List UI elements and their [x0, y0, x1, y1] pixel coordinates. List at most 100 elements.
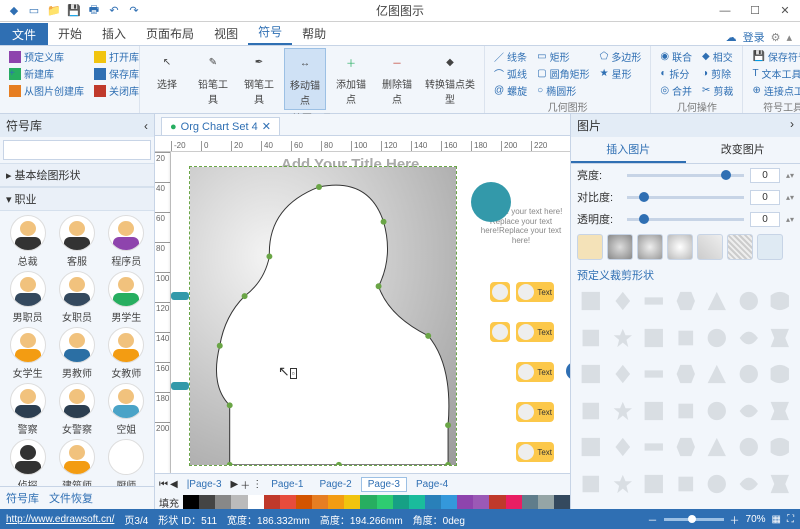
color-swatch[interactable]	[199, 495, 215, 509]
avatar-item[interactable]: 建筑师	[53, 439, 100, 486]
slider-value[interactable]: 0	[750, 212, 780, 227]
crop-shape[interactable]	[766, 327, 794, 349]
btn-intersect[interactable]: ◆相交	[699, 48, 736, 65]
crop-shape[interactable]	[640, 473, 668, 495]
window-minimize[interactable]: —	[710, 0, 740, 22]
crop-shape[interactable]	[703, 473, 731, 495]
color-swatch[interactable]	[554, 495, 570, 509]
crop-shape[interactable]	[672, 400, 700, 422]
close-icon[interactable]: ✕	[262, 120, 271, 133]
color-swatch[interactable]	[248, 495, 264, 509]
crop-shape[interactable]	[703, 363, 731, 385]
filter-thumb[interactable]	[727, 234, 753, 260]
stepper-icon[interactable]: ▴▾	[786, 215, 794, 224]
page-tab[interactable]: Page-2	[313, 477, 359, 492]
silhouette-path[interactable]	[190, 167, 456, 465]
crop-shape[interactable]	[640, 400, 668, 422]
slider-track[interactable]	[627, 174, 744, 177]
btn-pen[interactable]: ✒钢笔工具	[238, 48, 280, 108]
menu-tab-insert[interactable]: 插入	[92, 22, 136, 45]
org-side-card[interactable]	[171, 292, 189, 300]
stepper-icon[interactable]: ▴▾	[786, 171, 794, 180]
btn-union[interactable]: ◉联合	[657, 48, 695, 65]
color-swatch[interactable]	[457, 495, 473, 509]
color-swatch[interactable]	[522, 495, 538, 509]
org-card[interactable]: Text	[516, 402, 554, 422]
crop-shape[interactable]	[735, 473, 763, 495]
color-swatch[interactable]	[231, 495, 247, 509]
avatar-item[interactable]: 厨师	[103, 439, 150, 486]
ribbon-collapse-icon[interactable]: ▴	[786, 31, 792, 44]
crop-shape[interactable]	[735, 400, 763, 422]
crop-shape[interactable]	[640, 290, 668, 312]
color-swatch[interactable]	[425, 495, 441, 509]
crop-shape[interactable]	[766, 436, 794, 458]
selection-box[interactable]: ↖▫	[189, 166, 457, 466]
crop-shape[interactable]	[766, 290, 794, 312]
page-tab[interactable]: Page-4	[409, 477, 455, 492]
view-mode-icon[interactable]: ▦	[772, 514, 781, 525]
btn-text-tool[interactable]: T文本工具	[749, 65, 800, 82]
fullscreen-icon[interactable]: ⛶	[787, 514, 794, 525]
btn-rect[interactable]: ▭矩形	[534, 48, 592, 65]
crop-shape[interactable]	[703, 436, 731, 458]
btn-open-lib[interactable]: 打开库	[91, 48, 142, 65]
color-swatch[interactable]	[296, 495, 312, 509]
crop-shape[interactable]	[735, 327, 763, 349]
left-foot-lib[interactable]: 符号库	[6, 490, 39, 506]
btn-spiral[interactable]: @螺旋	[491, 82, 530, 99]
crop-shape[interactable]	[672, 436, 700, 458]
btn-merge[interactable]: ◎合并	[657, 82, 695, 99]
btn-split[interactable]: ◐拆分	[657, 65, 695, 82]
crop-shape[interactable]	[735, 290, 763, 312]
slider-thumb[interactable]	[721, 170, 731, 180]
avatar-item[interactable]: 空姐	[103, 383, 150, 436]
btn-star[interactable]: ★星形	[597, 65, 645, 82]
qat-save-icon[interactable]: 💾	[66, 3, 82, 19]
crop-shape[interactable]	[766, 363, 794, 385]
symbol-search-input[interactable]	[3, 140, 151, 160]
cloud-icon[interactable]: ☁	[726, 31, 737, 44]
color-swatch[interactable]	[473, 495, 489, 509]
qat-undo-icon[interactable]: ↶	[106, 3, 122, 19]
btn-crop[interactable]: ✂剪裁	[699, 82, 736, 99]
color-swatch[interactable]	[280, 495, 296, 509]
crop-shape[interactable]	[609, 290, 637, 312]
btn-line[interactable]: ／线条	[491, 48, 530, 65]
color-swatch[interactable]	[393, 495, 409, 509]
color-swatch[interactable]	[409, 495, 425, 509]
crop-shape[interactable]	[577, 436, 605, 458]
crop-shape[interactable]	[577, 327, 605, 349]
avatar-item[interactable]: 程序员	[103, 215, 150, 268]
zoom-slider-thumb[interactable]	[688, 515, 696, 523]
btn-new-lib[interactable]: +新建库	[6, 65, 87, 82]
btn-conn-tool[interactable]: ⊕连接点工具	[749, 82, 800, 99]
crop-shape[interactable]	[766, 473, 794, 495]
color-swatch[interactable]	[489, 495, 505, 509]
page-next-icon[interactable]: ▶	[231, 479, 239, 490]
slider-value[interactable]: 0	[750, 168, 780, 183]
crop-shape[interactable]	[577, 473, 605, 495]
avatar-item[interactable]: 侦探	[4, 439, 51, 486]
btn-add-anchor[interactable]: ＋添加锚点	[330, 48, 372, 108]
crop-shape[interactable]	[672, 363, 700, 385]
left-foot-recover[interactable]: 文件恢复	[49, 490, 93, 506]
rtab-change[interactable]: 改变图片	[686, 137, 800, 163]
btn-del-anchor[interactable]: －删除锚点	[376, 48, 418, 108]
avatar-item[interactable]: 客服	[53, 215, 100, 268]
cat-basic[interactable]: ▸基本绘图形状	[0, 163, 154, 187]
window-maximize[interactable]: ☐	[740, 0, 770, 22]
page-add-icon[interactable]: ＋	[240, 477, 250, 492]
color-swatch[interactable]	[328, 495, 344, 509]
cat-job[interactable]: ▾职业	[0, 187, 154, 211]
avatar-item[interactable]: 女教师	[103, 327, 150, 380]
org-root-circle[interactable]	[471, 182, 511, 222]
qat-redo-icon[interactable]: ↷	[126, 3, 142, 19]
crop-shape[interactable]	[766, 400, 794, 422]
canvas[interactable]: Add Your Title Here Replace your text he…	[171, 152, 570, 473]
gear-icon[interactable]: ⚙	[771, 31, 781, 44]
slider-thumb[interactable]	[639, 192, 649, 202]
color-swatch[interactable]	[264, 495, 280, 509]
slider-value[interactable]: 0	[750, 190, 780, 205]
crop-shape[interactable]	[703, 327, 731, 349]
